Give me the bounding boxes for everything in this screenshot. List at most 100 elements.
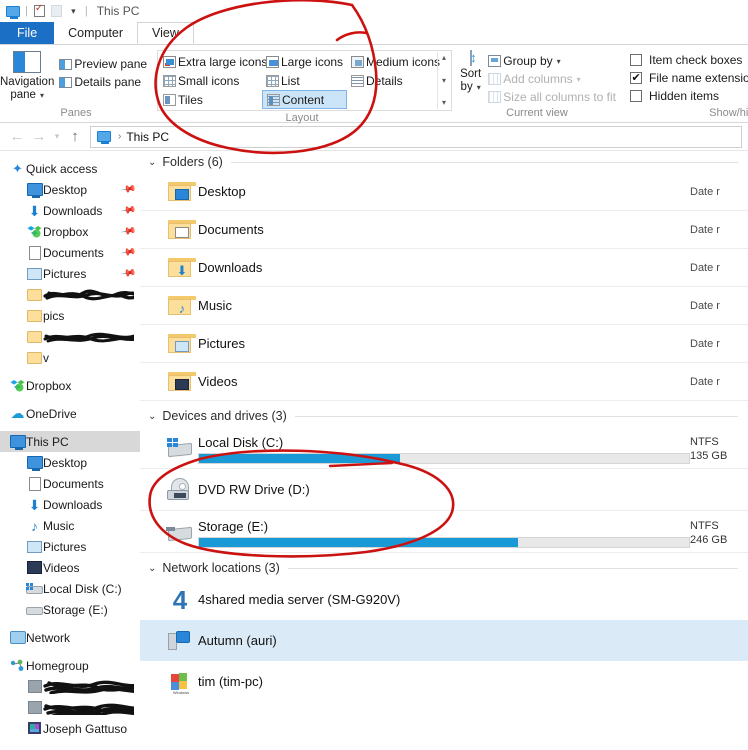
videos-icon	[26, 561, 43, 574]
sidebar-label-pics: pics	[43, 308, 65, 323]
properties-icon[interactable]	[31, 3, 48, 19]
table-row[interactable]: Windows tim (tim-pc)	[140, 661, 748, 702]
view-extra-large-icons[interactable]: Extra large icons	[159, 52, 267, 71]
sidebar-item-onedrive[interactable]: ☁ OneDrive	[0, 403, 140, 424]
sidebar-item-network[interactable]: Network	[0, 627, 140, 648]
group-header-network[interactable]: ⌄ Network locations (3)	[140, 557, 748, 579]
sidebar-item-redacted-2[interactable]	[0, 326, 140, 347]
navigation-pane-caret-icon[interactable]: ▾	[40, 91, 44, 100]
table-row[interactable]: Documents Date r	[140, 211, 748, 249]
view-content[interactable]: Content	[262, 90, 347, 109]
table-row[interactable]: DVD RW Drive (D:)	[140, 469, 748, 511]
hidden-items-checkbox[interactable]: Hidden items	[630, 87, 748, 105]
gallery-scroll-up-icon[interactable]: ▴	[442, 54, 446, 62]
file-name-extensions-checkbox[interactable]: File name extension	[630, 69, 748, 87]
view-list[interactable]: List	[262, 71, 347, 90]
breadcrumb[interactable]: › This PC	[90, 125, 742, 148]
view-large-icons[interactable]: Large icons	[262, 52, 347, 71]
forward-button[interactable]: →	[28, 126, 50, 148]
table-row[interactable]: Desktop Date r	[140, 173, 748, 211]
table-row[interactable]: 4 4shared media server (SM-G920V)	[140, 579, 748, 620]
chevron-down-icon[interactable]: ⌄	[148, 411, 156, 422]
group-by-caret-icon[interactable]: ▾	[557, 57, 561, 66]
view-tiles[interactable]: Tiles	[159, 90, 262, 109]
table-row[interactable]: Pictures Date r	[140, 325, 748, 363]
sidebar-item-local-disk-c[interactable]: Local Disk (C:)	[0, 578, 140, 599]
group-header-devices[interactable]: ⌄ Devices and drives (3)	[140, 405, 748, 427]
gallery-scroll-down-icon[interactable]: ▾	[442, 76, 446, 85]
view-medium-icons[interactable]: Medium icons	[347, 52, 441, 71]
sidebar-item-storage-e[interactable]: Storage (E:)	[0, 599, 140, 620]
recent-locations-button[interactable]: ▾	[50, 126, 64, 148]
checkbox-icon-hidden-items[interactable]	[630, 90, 642, 102]
sidebar-item-quick-access[interactable]: ✦ Quick access	[0, 158, 140, 179]
back-button[interactable]: ←	[6, 126, 28, 148]
item-meta: Date r	[690, 375, 720, 388]
view-details[interactable]: Details	[347, 71, 437, 90]
checkbox-icon-file-name-extension[interactable]	[630, 71, 642, 84]
add-columns-caret-icon[interactable]: ▾	[577, 75, 581, 84]
add-columns-button[interactable]: Add columns ▾	[483, 70, 622, 88]
sidebar-item-dropbox-qa[interactable]: Dropbox 📌	[0, 221, 140, 242]
table-row[interactable]: Autumn (auri)	[140, 620, 748, 661]
checkbox-icon-item-check-boxes[interactable]	[630, 54, 642, 66]
sidebar-item-pictures-qa[interactable]: Pictures 📌	[0, 263, 140, 284]
tab-view[interactable]: View	[137, 22, 194, 44]
drive-meta: NTFS 246 GB	[690, 517, 748, 547]
item-name: Pictures	[198, 336, 245, 351]
sidebar-item-redacted-user-2[interactable]	[0, 697, 140, 718]
view-small-icons[interactable]: Small icons	[159, 71, 262, 90]
gallery-more-icon[interactable]: ▾	[442, 99, 446, 107]
table-row[interactable]: Videos Date r	[140, 363, 748, 401]
sidebar-item-this-pc[interactable]: This PC	[0, 431, 140, 452]
customize-quick-access-caret-icon[interactable]: ▾	[65, 3, 82, 19]
preview-pane-button[interactable]: Preview pane	[54, 55, 153, 73]
sidebar-item-pc-pictures[interactable]: Pictures	[0, 536, 140, 557]
sidebar-item-dropbox[interactable]: Dropbox	[0, 375, 140, 396]
sidebar-item-homegroup[interactable]: Homegroup	[0, 655, 140, 676]
extra-large-icons-label: Extra large icons	[178, 54, 268, 69]
table-row[interactable]: ⬇ Downloads Date r	[140, 249, 748, 287]
sidebar-item-joseph-gattuso[interactable]: Joseph Gattuso	[0, 718, 140, 739]
table-row[interactable]: Storage (E:) NTFS 246 GB	[140, 511, 748, 553]
sidebar-item-documents-qa[interactable]: Documents 📌	[0, 242, 140, 263]
sidebar-item-pc-music[interactable]: ♪ Music	[0, 515, 140, 536]
item-check-boxes-checkbox[interactable]: Item check boxes	[630, 51, 748, 69]
medium-icons-label: Medium icons	[366, 54, 441, 69]
small-icons-label: Small icons	[178, 73, 240, 88]
sidebar-label-dropbox-qa: Dropbox	[43, 224, 89, 239]
details-pane-button[interactable]: Details pane	[54, 73, 153, 91]
tab-file[interactable]: File	[0, 22, 55, 44]
sort-by-button[interactable]: ↕ Sort by ▾	[458, 49, 483, 94]
group-header-folders[interactable]: ⌄ Folders (6)	[140, 151, 748, 173]
gallery-scrollbar[interactable]: ▴ ▾ ▾	[437, 52, 450, 109]
sidebar-item-redacted-user-1[interactable]	[0, 676, 140, 697]
sidebar-item-pc-videos[interactable]: Videos	[0, 557, 140, 578]
item-name: Autumn (auri)	[198, 633, 277, 648]
chevron-down-icon[interactable]: ⌄	[148, 157, 156, 168]
table-row[interactable]: Local Disk (C:) NTFS 135 GB	[140, 427, 748, 469]
file-explorer-window: | ▾ | This PC File Computer View Navigat…	[0, 0, 748, 750]
sidebar-item-downloads[interactable]: ⬇ Downloads 📌	[0, 200, 140, 221]
new-folder-icon[interactable]	[48, 3, 65, 19]
sort-by-caret-icon[interactable]: ▾	[477, 83, 481, 92]
sidebar-item-desktop[interactable]: Desktop 📌	[0, 179, 140, 200]
sidebar-item-pics[interactable]: pics	[0, 305, 140, 326]
tab-computer[interactable]: Computer	[54, 22, 137, 44]
table-row[interactable]: ♪ Music Date r	[140, 287, 748, 325]
sidebar-item-v[interactable]: v	[0, 347, 140, 368]
small-icons-icon	[161, 74, 178, 87]
group-by-button[interactable]: Group by ▾	[483, 52, 622, 70]
sidebar-item-redacted-1[interactable]	[0, 284, 140, 305]
size-all-columns-button[interactable]: Size all columns to fit	[483, 88, 622, 106]
sidebar-item-pc-downloads[interactable]: ⬇ Downloads	[0, 494, 140, 515]
address-bar: ← → ▾ ↑ › This PC	[0, 123, 748, 151]
navigation-pane-button[interactable]: Navigation pane ▾	[0, 49, 54, 102]
chevron-down-icon[interactable]: ⌄	[148, 563, 156, 574]
item-name: Documents	[198, 222, 264, 237]
up-button[interactable]: ↑	[64, 126, 86, 148]
sidebar-item-pc-desktop[interactable]: Desktop	[0, 452, 140, 473]
sidebar-item-pc-documents[interactable]: Documents	[0, 473, 140, 494]
ribbon-group-current-view: ↕ Sort by ▾ Group by ▾ Add columns ▾ Siz…	[452, 45, 622, 122]
item-check-boxes-label: Item check boxes	[649, 53, 743, 67]
